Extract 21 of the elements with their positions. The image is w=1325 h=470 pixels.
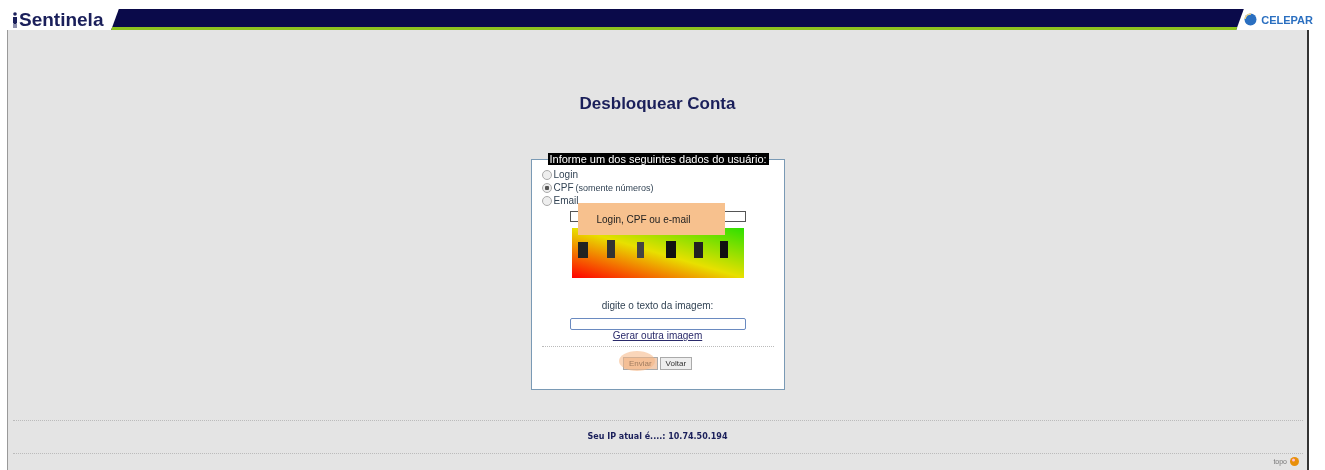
orb-icon	[1290, 457, 1299, 466]
person-icon	[12, 11, 18, 28]
partner-text: CELEPAR	[1261, 13, 1313, 26]
radio-button[interactable]	[541, 169, 552, 180]
captcha-input[interactable]	[569, 318, 746, 330]
logo-text: Sentinela	[19, 8, 104, 31]
radio-label: Email	[553, 195, 579, 206]
captcha-prompt: digite o texto da imagem:	[600, 300, 715, 311]
callout-tooltip: Login, CPF ou e-mail	[577, 203, 725, 235]
form-button[interactable]: Voltar	[659, 357, 693, 370]
radio-note: (somente números)	[575, 182, 654, 193]
radio-label: CPF	[553, 182, 574, 193]
highlight-mark	[618, 351, 655, 371]
regenerate-link[interactable]: Gerar outra imagem	[612, 330, 703, 341]
form-legend: Informe um dos seguintes dados do usuário:	[547, 153, 769, 165]
radio-button[interactable]	[541, 182, 552, 193]
globe-icon	[1244, 13, 1258, 26]
radio-button[interactable]	[541, 195, 552, 206]
radio-label: Login	[553, 169, 578, 180]
ip-text: Seu IP atual é....: 10.74.50.194	[587, 432, 728, 441]
page-title: Desbloquear Conta	[579, 94, 736, 114]
